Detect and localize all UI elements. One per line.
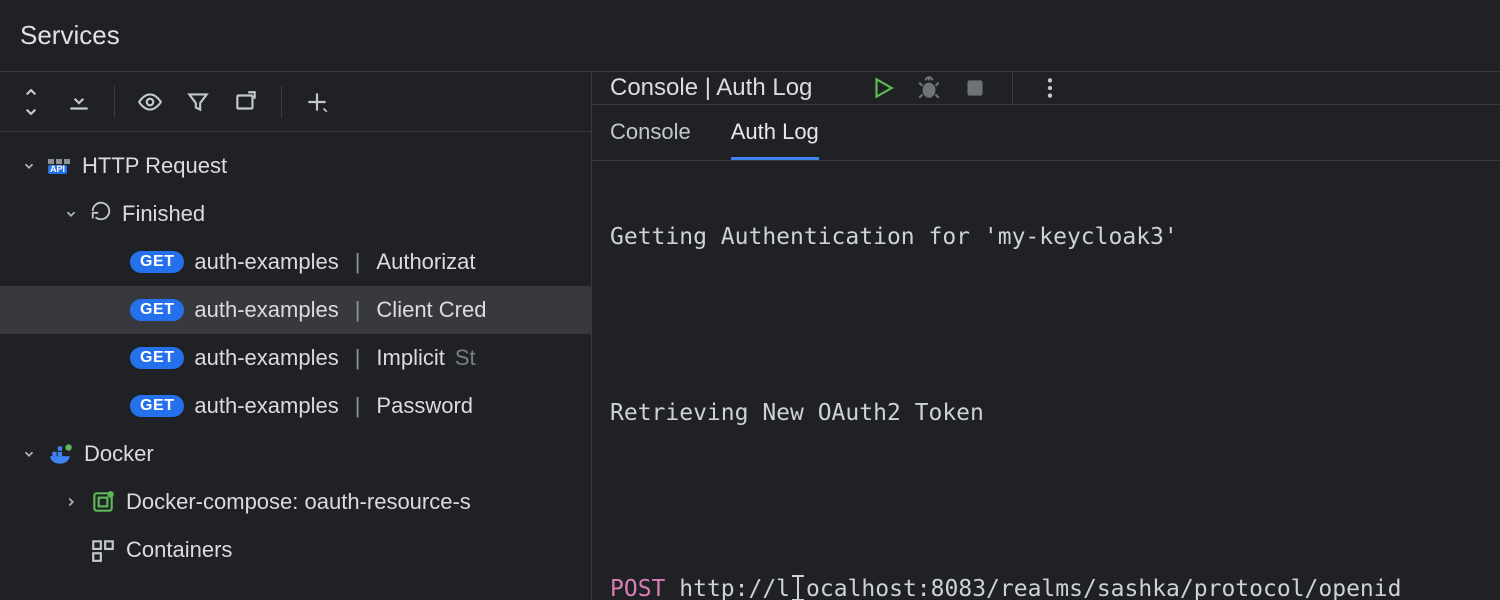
- chevron-down-icon[interactable]: [20, 159, 38, 173]
- docker-icon: [48, 441, 74, 467]
- tree-label: Finished: [122, 201, 205, 227]
- auth-log-output[interactable]: Getting Authentication for 'my-keycloak3…: [592, 161, 1500, 600]
- right-panel: Console | Auth Log Console Auth Log Gett…: [592, 72, 1500, 600]
- refresh-icon: [90, 200, 112, 228]
- left-panel: API HTTP Request Finished GET auth-examp…: [0, 72, 592, 600]
- left-toolbar: [0, 72, 591, 132]
- chevron-down-icon[interactable]: [62, 207, 80, 221]
- more-icon[interactable]: [1037, 75, 1063, 101]
- expand-all-icon[interactable]: [18, 89, 44, 115]
- text-cursor-icon: [790, 575, 806, 600]
- panel-title: Services: [20, 20, 120, 51]
- debug-icon[interactable]: [916, 75, 942, 101]
- api-icon: API: [48, 159, 72, 174]
- method-badge: GET: [130, 299, 184, 321]
- tree-node-docker-compose[interactable]: Docker-compose: oauth-resource-s: [0, 478, 591, 526]
- right-toolbar-title: Console | Auth Log: [610, 74, 812, 102]
- method-badge: GET: [130, 347, 184, 369]
- add-icon[interactable]: [304, 89, 330, 115]
- chevron-right-icon[interactable]: [62, 495, 80, 509]
- services-tree: API HTTP Request Finished GET auth-examp…: [0, 132, 591, 600]
- request-file: auth-examples: [194, 297, 338, 323]
- method-badge: GET: [130, 251, 184, 273]
- open-window-icon[interactable]: [233, 89, 259, 115]
- tree-node-docker[interactable]: Docker: [0, 430, 591, 478]
- tab-console[interactable]: Console: [610, 119, 691, 160]
- tree-node-http-request[interactable]: API HTTP Request: [0, 142, 591, 190]
- tree-label: Docker: [84, 441, 154, 467]
- log-line: Retrieving New OAuth2 Token: [610, 391, 1482, 435]
- tree-label: Docker-compose: oauth-resource-s: [126, 489, 471, 515]
- tree-node-containers[interactable]: Containers: [0, 526, 591, 574]
- log-line: POST http://localhost:8083/realms/sashka…: [610, 567, 1482, 600]
- request-item[interactable]: GET auth-examples | Password: [0, 382, 591, 430]
- request-file: auth-examples: [194, 393, 338, 419]
- compose-icon: [90, 489, 116, 515]
- request-file: auth-examples: [194, 345, 338, 371]
- separator: |: [349, 297, 367, 323]
- request-item[interactable]: GET auth-examples | Implicit St: [0, 334, 591, 382]
- filter-icon[interactable]: [185, 89, 211, 115]
- request-file: auth-examples: [194, 249, 338, 275]
- separator: |: [349, 249, 367, 275]
- request-name: Password: [376, 393, 473, 419]
- stop-icon[interactable]: [962, 75, 988, 101]
- tree-node-finished[interactable]: Finished: [0, 190, 591, 238]
- tree-label: Containers: [126, 537, 232, 563]
- request-name-dim: St: [455, 345, 476, 371]
- request-item[interactable]: GET auth-examples | Client Cred: [0, 286, 591, 334]
- right-toolbar: Console | Auth Log: [592, 72, 1500, 105]
- log-tabs: Console Auth Log: [592, 105, 1500, 161]
- containers-icon: [90, 537, 116, 563]
- tab-auth-log[interactable]: Auth Log: [731, 119, 819, 160]
- method-badge: GET: [130, 395, 184, 417]
- tree-label: HTTP Request: [82, 153, 227, 179]
- show-hidden-icon[interactable]: [137, 89, 163, 115]
- log-line: Getting Authentication for 'my-keycloak3…: [610, 215, 1482, 259]
- separator: |: [349, 345, 367, 371]
- request-item[interactable]: GET auth-examples | Authorizat: [0, 238, 591, 286]
- request-name: Client Cred: [376, 297, 486, 323]
- request-name: Authorizat: [376, 249, 475, 275]
- collapse-all-icon[interactable]: [66, 89, 92, 115]
- run-icon[interactable]: [870, 75, 896, 101]
- chevron-down-icon[interactable]: [20, 447, 38, 461]
- request-name: Implicit: [376, 345, 444, 371]
- separator: |: [349, 393, 367, 419]
